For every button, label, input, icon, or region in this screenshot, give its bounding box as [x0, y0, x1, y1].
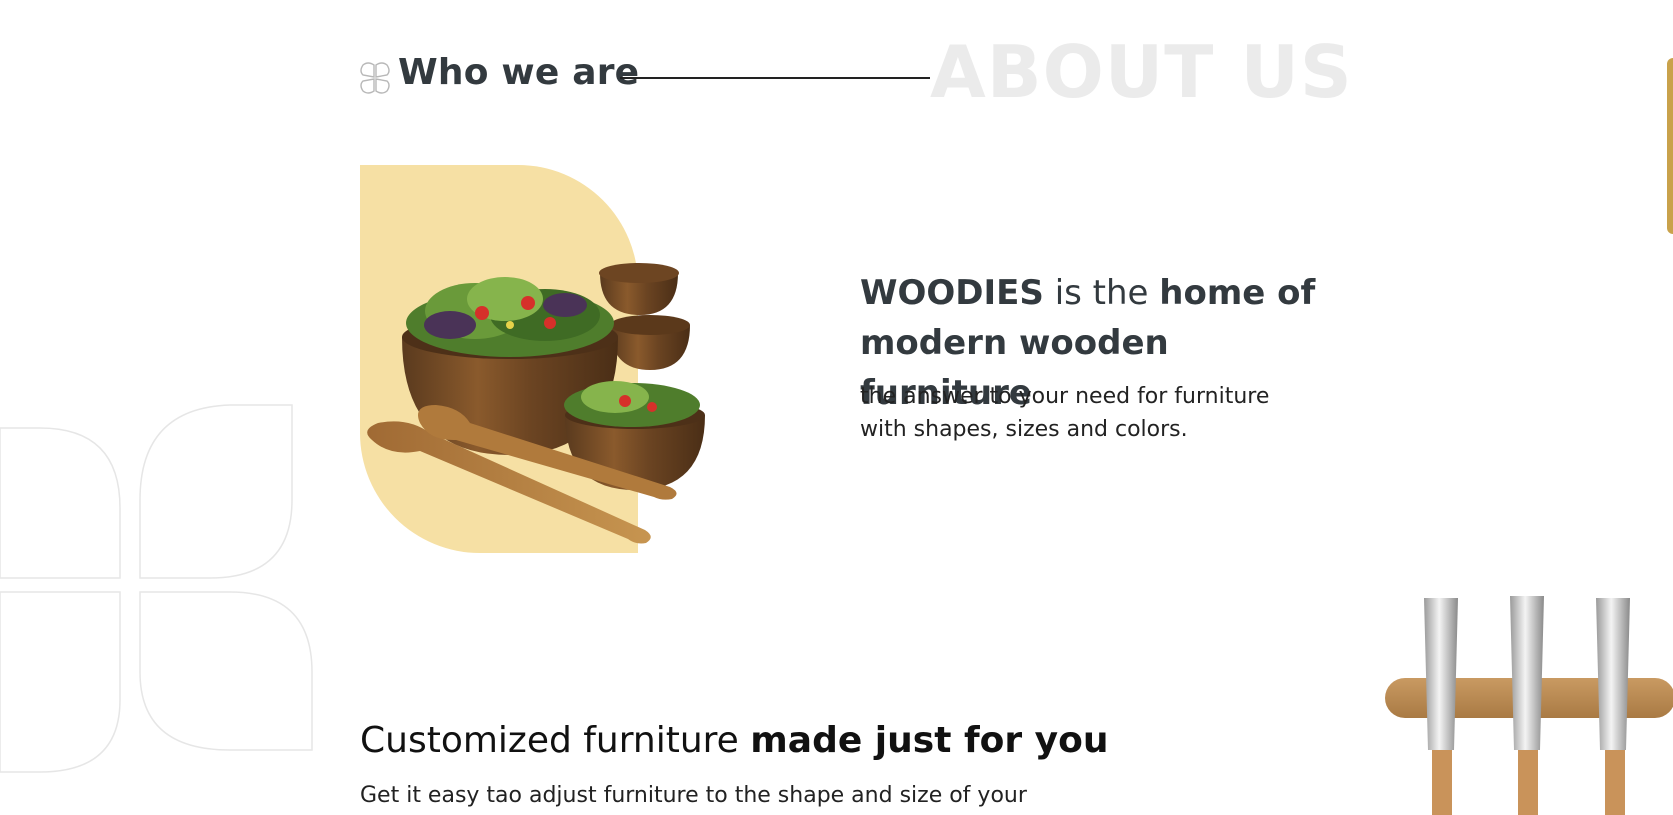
background-heading: ABOUT US	[930, 30, 1353, 114]
section-title: Who we are	[398, 52, 640, 93]
hero-image	[360, 165, 750, 553]
intro-subtext: the answer to your need for furniture wi…	[860, 384, 1270, 442]
salad-bowl-set-illustration	[367, 263, 705, 544]
customized-furniture-heading: Customized furniture made just for you	[360, 720, 1108, 761]
side-tab[interactable]	[1667, 58, 1673, 234]
decorative-petal-pattern	[0, 404, 313, 773]
utensil-holder-illustration	[1385, 596, 1673, 815]
customized-furniture-text: Get it easy tao adjust furniture to the …	[360, 783, 1027, 808]
brand-name: WOODIES	[860, 273, 1044, 313]
title-divider	[620, 77, 930, 79]
heading-regular: Customized furniture	[360, 720, 751, 761]
flower-icon	[360, 62, 390, 94]
headline-connector: is the	[1043, 273, 1160, 313]
heading-bold: made just for you	[750, 720, 1109, 761]
